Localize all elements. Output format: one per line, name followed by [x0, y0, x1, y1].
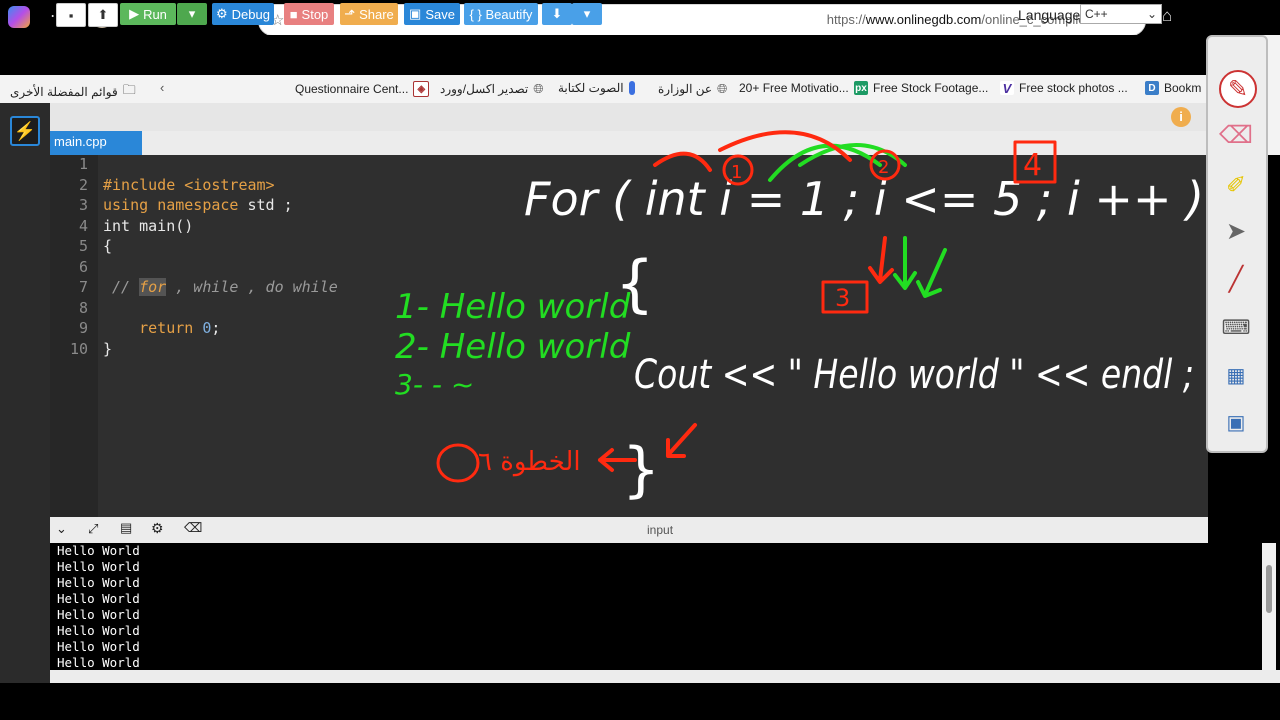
console-line: Hello World: [57, 591, 140, 606]
marker-3-ink: 3: [835, 284, 850, 312]
list-item-1-ink: 1- Hello world: [395, 287, 631, 327]
console-line: Hello World: [57, 575, 140, 590]
console-scrollbar[interactable]: [1262, 543, 1276, 670]
settings-gear-icon[interactable]: ⚙: [151, 520, 164, 537]
console-line: Hello World: [57, 623, 140, 638]
laser-pen-icon[interactable]: ╱: [1217, 262, 1255, 296]
for-statement-ink: For ( int i = 1 ; i <= 5 ; i ++ ): [524, 172, 1204, 226]
scrollbar-thumb[interactable]: [1266, 565, 1272, 613]
expand-icon[interactable]: ⤢: [88, 521, 98, 537]
console-line: Hello World: [57, 639, 140, 654]
list-item-3-ink: 3- - ~: [395, 368, 474, 401]
console-toolbar: ⌄ ⤢ ▤ ⚙ ⌫ input: [50, 517, 1208, 543]
console-line: Hello World: [57, 607, 140, 622]
red-pen-icon[interactable]: ✎: [1219, 70, 1257, 108]
marker-1-ink: 1: [731, 162, 742, 183]
layout-icon[interactable]: ▤: [120, 520, 132, 536]
arabic-note-ink: الخطوة ٦: [478, 447, 581, 477]
keyboard-icon[interactable]: ⌨: [1217, 310, 1255, 344]
monitor-icon[interactable]: ▣: [1217, 405, 1255, 439]
list-item-2-ink: 2- Hello world: [395, 327, 631, 367]
console-title: input: [647, 523, 674, 537]
screen-icon[interactable]: ▦: [1217, 358, 1255, 392]
highlighter-icon[interactable]: ✐: [1217, 168, 1255, 202]
clear-console-icon[interactable]: ⌫: [184, 520, 202, 536]
console-output[interactable]: [50, 543, 1262, 670]
marker-2-ink: 2: [878, 157, 889, 178]
eraser-icon[interactable]: ⌫: [1217, 118, 1255, 152]
console-line: Hello World: [57, 655, 140, 670]
marker-4-ink: 4: [1023, 148, 1042, 183]
bottom-bar: [50, 670, 1280, 683]
console-line: Hello World: [57, 559, 140, 574]
pointer-arrow-icon[interactable]: ➤: [1217, 214, 1255, 248]
cout-statement-ink: Cout << " Hello world " << endl ;: [634, 352, 1194, 398]
close-brace-ink: }: [622, 435, 660, 505]
console-line: Hello World: [57, 543, 140, 558]
collapse-icon[interactable]: ⌄: [56, 521, 67, 537]
